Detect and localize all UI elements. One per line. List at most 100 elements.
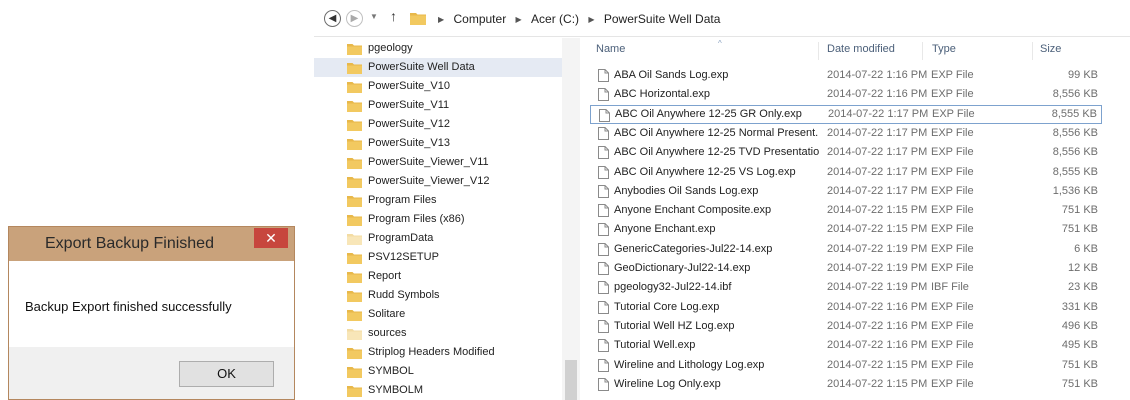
tree-item[interactable]: PowerSuite_V13 (314, 134, 564, 153)
tree-item-label: Program Files (368, 194, 437, 206)
breadcrumb-item-computer[interactable]: Computer (454, 12, 507, 26)
tree-item[interactable]: sources (314, 324, 564, 343)
file-date: 2014-07-22 1:16 PM (827, 319, 928, 332)
folder-icon (347, 82, 362, 93)
folder-icon (347, 158, 362, 169)
file-row[interactable]: Tutorial Well.exp 2014-07-22 1:16 PM EXP F… (590, 336, 1102, 355)
tree-item-label: ProgramData (368, 232, 434, 244)
file-row[interactable]: Tutorial Core Log.exp 2014-07-22 1:16 PM E… (590, 298, 1102, 317)
file-row[interactable]: ABA Oil Sands Log.exp 2014-07-22 1:16 PM E… (590, 66, 1102, 85)
file-size: 331 KB (1061, 300, 1098, 313)
tree-item[interactable]: PowerSuite_V10 (314, 77, 564, 96)
file-icon (598, 204, 609, 218)
close-icon: ✕ (265, 230, 277, 246)
breadcrumb-item-folder[interactable]: PowerSuite Well Data (604, 12, 721, 26)
file-type: EXP File (931, 165, 974, 178)
tree-item[interactable]: Striplog Headers Modified (314, 343, 564, 362)
tree-item-label: Rudd Symbols (368, 289, 440, 301)
tree-item[interactable]: PowerSuite_V11 (314, 96, 564, 115)
column-header-type[interactable]: Type (932, 43, 956, 55)
file-row[interactable]: ABC Oil Anywhere 12-25 TVD Presentatio..… (590, 143, 1102, 162)
folder-icon (347, 329, 362, 340)
file-row[interactable]: GeoDictionary-Jul22-14.exp 2014-07-22 1:1… (590, 259, 1102, 278)
file-row[interactable]: Anyone Enchant.exp 2014-07-22 1:15 PM EXP … (590, 220, 1102, 239)
forward-button[interactable]: ▶ (346, 10, 363, 27)
folder-icon (347, 44, 362, 55)
file-row[interactable]: ABC Oil Anywhere 12-25 Normal Present...… (590, 124, 1102, 143)
tree-item-label: Striplog Headers Modified (368, 346, 495, 358)
file-size: 8,556 KB (1052, 146, 1098, 159)
tree-item-label: PowerSuite Well Data (368, 61, 475, 73)
file-date: 2014-07-22 1:16 PM (827, 339, 928, 352)
close-button[interactable]: ✕ (254, 228, 288, 248)
column-divider[interactable] (922, 42, 923, 60)
tree-item[interactable]: ProgramData (314, 229, 564, 248)
file-icon (598, 126, 609, 140)
file-type: IBF File (931, 281, 969, 294)
tree-item[interactable]: PowerSuite_Viewer_V11 (314, 153, 564, 172)
column-header-size[interactable]: Size (1040, 43, 1061, 55)
file-name: GenericCategories-Jul22-14.exp (614, 242, 773, 255)
navigation-tree: ▲ pgeologyPowerSuite Well DataPowerSuite… (314, 38, 580, 400)
file-row[interactable]: ABC Oil Anywhere 12-25 VS Log.exp 2014-07… (590, 163, 1102, 182)
tree-item[interactable]: Rudd Symbols (314, 286, 564, 305)
tree-item[interactable]: Solitare (314, 305, 564, 324)
file-type: EXP File (931, 242, 974, 255)
file-row[interactable]: Anybodies Oil Sands Log.exp 2014-07-22 1:… (590, 182, 1102, 201)
tree-item-label: PowerSuite_V13 (368, 137, 450, 149)
recent-locations-dropdown[interactable]: ▼ (370, 12, 378, 21)
tree-item[interactable]: PowerSuite_V12 (314, 115, 564, 134)
tree-item[interactable]: Report (314, 267, 564, 286)
file-date: 2014-07-22 1:15 PM (827, 358, 928, 371)
column-header-date[interactable]: Date modified (827, 43, 895, 55)
tree-scrollbar[interactable] (562, 38, 580, 400)
tree-item[interactable]: PowerSuite_Viewer_V12 (314, 172, 564, 191)
breadcrumb-item-drive[interactable]: Acer (C:) (531, 12, 579, 26)
tree-item[interactable]: Program Files (314, 191, 564, 210)
file-date: 2014-07-22 1:17 PM (827, 146, 928, 159)
file-icon (599, 108, 610, 122)
file-row[interactable]: Wireline and Lithology Log.exp 2014-07-22… (590, 356, 1102, 375)
file-type: EXP File (931, 204, 974, 217)
file-size: 751 KB (1061, 377, 1098, 390)
file-size: 8,555 KB (1051, 107, 1097, 120)
file-date: 2014-07-22 1:16 PM (827, 300, 928, 313)
file-type: EXP File (931, 339, 974, 352)
up-button[interactable]: ↑ (390, 8, 397, 24)
file-row[interactable]: pgeology32-Jul22-14.ibf 2014-07-22 1:19 P… (590, 278, 1102, 297)
back-button[interactable]: ◀ (324, 10, 341, 27)
column-divider[interactable] (1032, 42, 1033, 60)
tree-item[interactable]: SYMBOL (314, 362, 564, 381)
file-row[interactable]: Anyone Enchant Composite.exp 2014-07-22 1… (590, 201, 1102, 220)
file-name: Anybodies Oil Sands Log.exp (614, 184, 759, 197)
ok-button[interactable]: OK (179, 361, 274, 387)
file-date: 2014-07-22 1:19 PM (827, 242, 928, 255)
file-icon (598, 69, 609, 82)
file-date: 2014-07-22 1:17 PM (827, 126, 928, 139)
folder-icon (347, 101, 362, 112)
column-divider[interactable] (818, 42, 819, 60)
back-arrow-icon: ◀ (328, 13, 337, 24)
breadcrumb-separator-icon[interactable]: ▶ (516, 15, 522, 24)
file-name: Tutorial Well HZ Log.exp (614, 319, 735, 332)
breadcrumb-separator-icon[interactable]: ▶ (588, 15, 594, 24)
dialog-titlebar[interactable]: Export Backup Finished ✕ (9, 227, 294, 261)
column-header-name[interactable]: Name ^ (596, 39, 722, 55)
tree-item[interactable]: pgeology (314, 39, 564, 58)
tree-item[interactable]: SYMBOLM (314, 381, 564, 400)
tree-item[interactable]: PowerSuite Well Data (314, 58, 564, 77)
folder-icon (347, 234, 362, 245)
file-row[interactable]: ABC Horizontal.exp 2014-07-22 1:16 PM EXP … (590, 85, 1102, 104)
tree-item[interactable]: PSV12SETUP (314, 248, 564, 267)
file-type: EXP File (931, 300, 974, 313)
file-name: Anyone Enchant Composite.exp (614, 204, 772, 217)
up-arrow-icon: ↑ (390, 8, 397, 24)
file-row[interactable]: GenericCategories-Jul22-14.exp 2014-07-22… (590, 240, 1102, 259)
file-row[interactable]: Wireline Log Only.exp 2014-07-22 1:15 PM E… (590, 375, 1102, 394)
folder-icon (347, 120, 362, 131)
file-row[interactable]: Tutorial Well HZ Log.exp 2014-07-22 1:16 … (590, 317, 1102, 336)
tree-item[interactable]: Program Files (x86) (314, 210, 564, 229)
tree-scrollbar-thumb[interactable] (565, 360, 577, 400)
file-name: GeoDictionary-Jul22-14.exp (614, 262, 751, 274)
file-row[interactable]: ABC Oil Anywhere 12-25 GR Only.exp 2014-0… (590, 104, 1102, 124)
